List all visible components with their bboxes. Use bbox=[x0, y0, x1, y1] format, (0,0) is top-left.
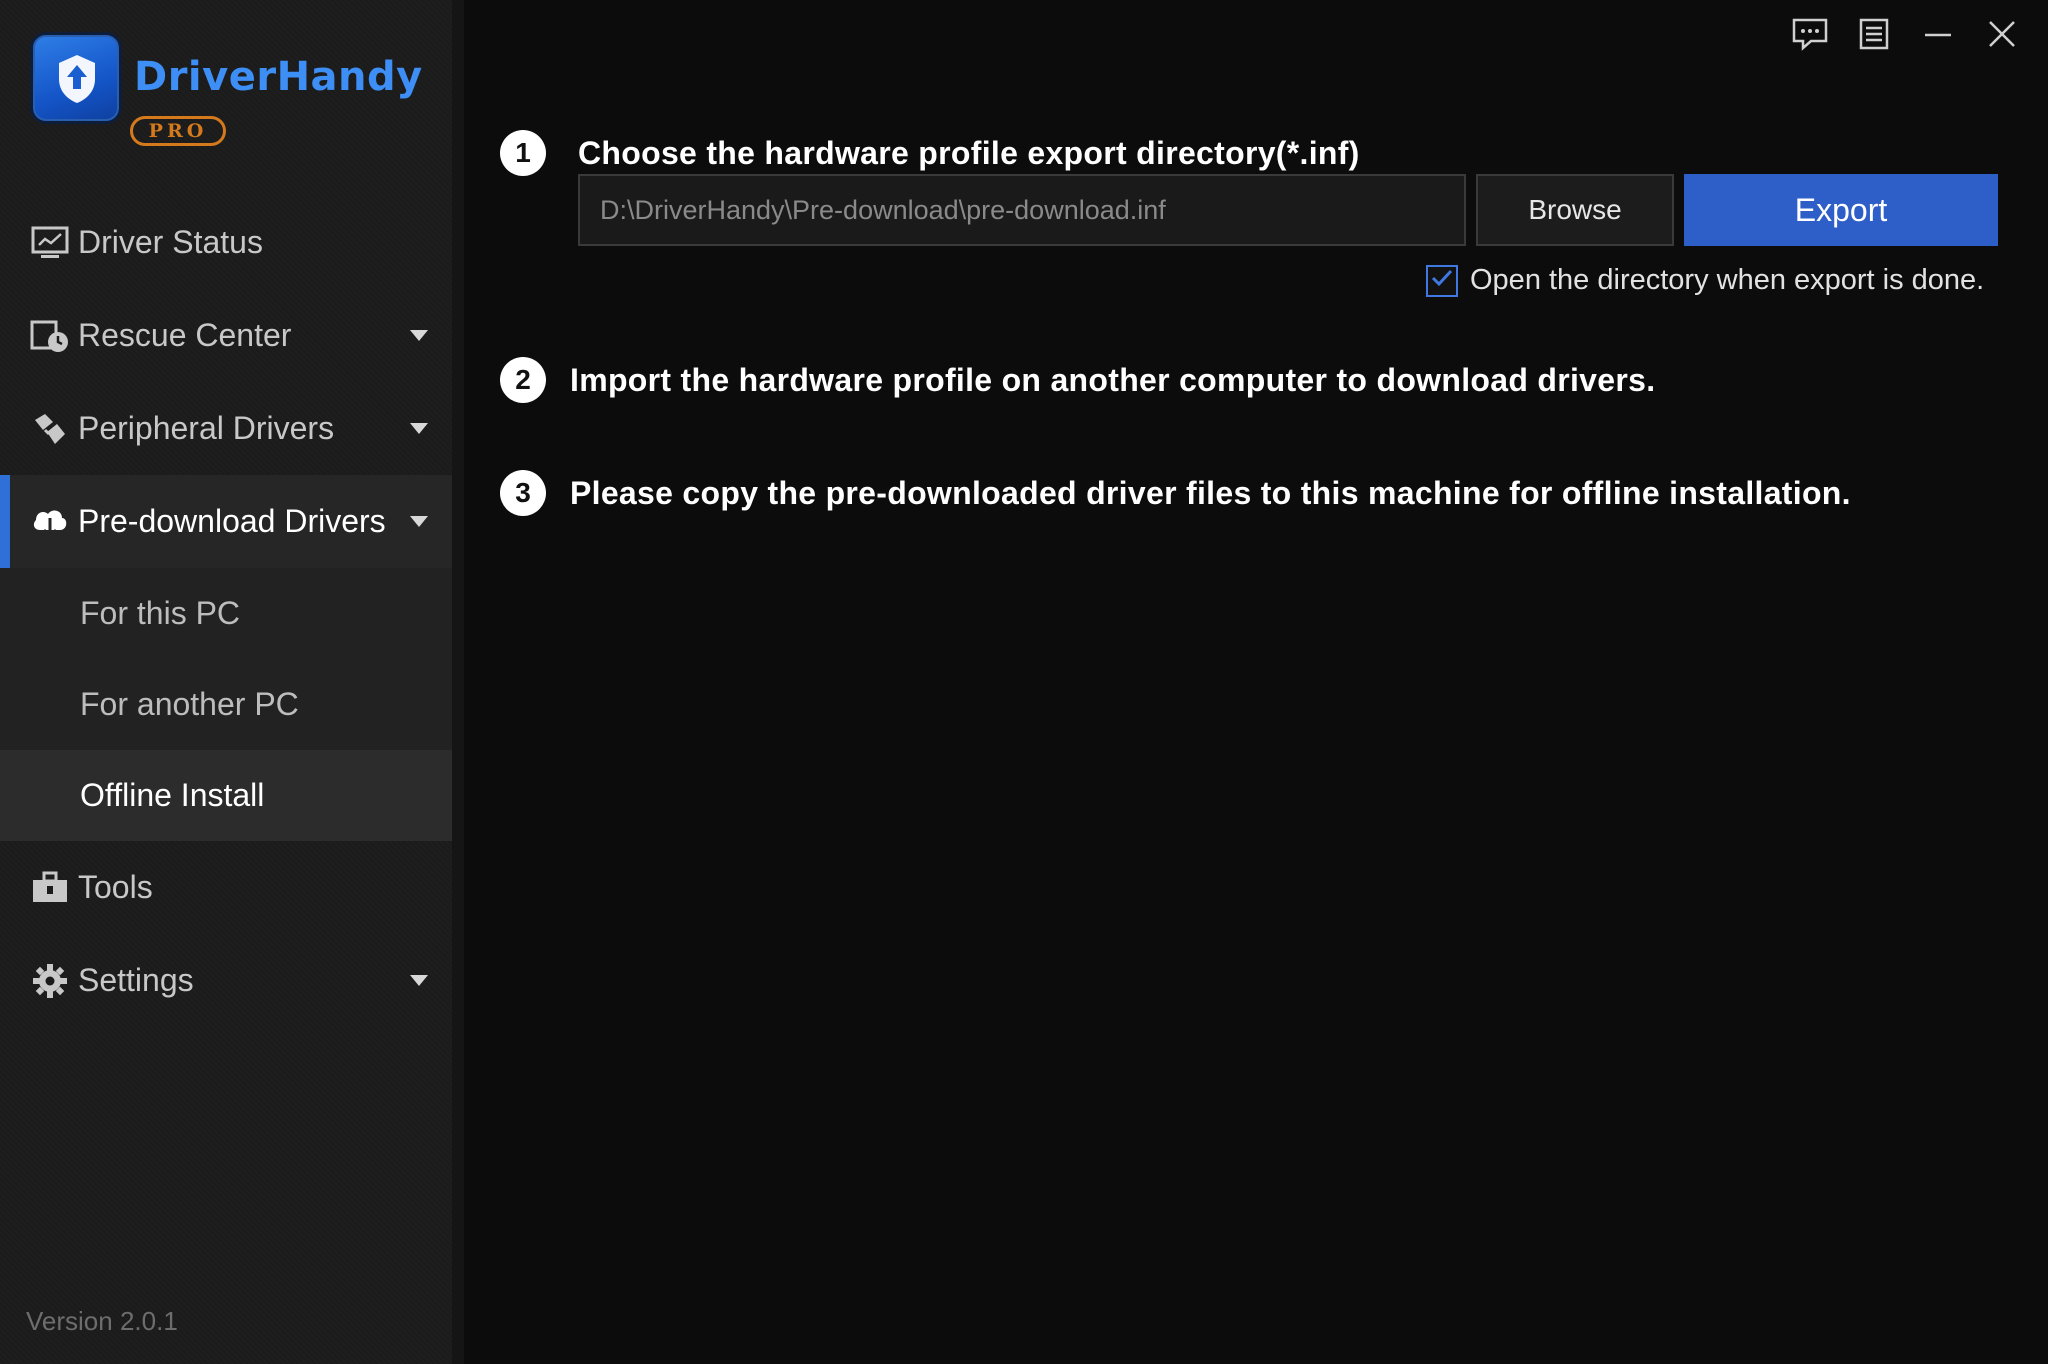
step-3-text: Please copy the pre-downloaded driver fi… bbox=[570, 474, 1851, 511]
step-2-text: Import the hardware profile on another c… bbox=[570, 361, 1656, 398]
sidebar-item-pre-download-drivers[interactable]: Pre-download Drivers bbox=[0, 475, 452, 568]
feedback-icon bbox=[1791, 17, 1829, 56]
monitor-icon bbox=[30, 223, 70, 263]
step-2: 2 Import the hardware profile on another… bbox=[500, 357, 1655, 403]
step-number: 2 bbox=[500, 357, 546, 403]
chevron-down-icon bbox=[410, 423, 428, 434]
brand-name: DriverHandy bbox=[134, 54, 423, 100]
open-directory-checkbox[interactable] bbox=[1426, 264, 1458, 297]
app-logo: DriverHandy PRO bbox=[30, 32, 430, 152]
sidebar-item-label: Tools bbox=[78, 869, 153, 905]
feedback-button[interactable] bbox=[1790, 16, 1830, 56]
sidebar-subitem-label: Offline Install bbox=[80, 777, 265, 813]
step-1-text: Choose the hardware profile export direc… bbox=[578, 134, 1360, 171]
sidebar-item-settings[interactable]: Settings bbox=[0, 934, 452, 1027]
sidebar-divider bbox=[452, 0, 464, 1364]
cloud-download-icon bbox=[30, 502, 70, 542]
export-path-input[interactable] bbox=[578, 174, 1466, 246]
sidebar-nav: Driver Status Rescue Center Peripheral D… bbox=[0, 196, 452, 1027]
gear-icon bbox=[30, 961, 70, 1001]
sidebar-item-label: Pre-download Drivers bbox=[78, 503, 386, 539]
chevron-down-icon bbox=[410, 975, 428, 986]
pro-badge: PRO bbox=[130, 116, 226, 146]
close-icon bbox=[1987, 19, 2017, 54]
window-controls bbox=[1790, 16, 2022, 56]
step-number: 1 bbox=[500, 130, 546, 176]
sidebar-item-peripheral-drivers[interactable]: Peripheral Drivers bbox=[0, 382, 452, 475]
browse-button[interactable]: Browse bbox=[1476, 174, 1674, 246]
sidebar-subitem-for-another-pc[interactable]: For another PC bbox=[0, 659, 452, 750]
open-directory-label: Open the directory when export is done. bbox=[1470, 264, 1985, 296]
close-button[interactable] bbox=[1982, 16, 2022, 56]
toolbox-icon bbox=[30, 868, 70, 908]
logo-shield-icon bbox=[30, 32, 122, 124]
chevron-down-icon bbox=[410, 516, 428, 527]
version-label: Version 2.0.1 bbox=[26, 1306, 178, 1336]
menu-icon bbox=[1859, 18, 1889, 55]
sidebar-item-rescue-center[interactable]: Rescue Center bbox=[0, 289, 452, 382]
clock-restore-icon bbox=[30, 316, 70, 356]
open-directory-option: Open the directory when export is done. bbox=[1426, 264, 1984, 297]
sidebar-item-label: Rescue Center bbox=[78, 317, 292, 353]
sidebar-item-tools[interactable]: Tools bbox=[0, 841, 452, 934]
menu-button[interactable] bbox=[1854, 16, 1894, 56]
sidebar-subitem-for-this-pc[interactable]: For this PC bbox=[0, 568, 452, 659]
sidebar: DriverHandy PRO Driver Status Rescue Cen… bbox=[0, 0, 452, 1364]
sidebar-item-label: Driver Status bbox=[78, 224, 263, 260]
peripheral-icon bbox=[30, 409, 70, 449]
minimize-icon bbox=[1923, 19, 1953, 54]
export-button[interactable]: Export bbox=[1684, 174, 1998, 246]
step-number: 3 bbox=[500, 470, 546, 516]
sidebar-item-label: Peripheral Drivers bbox=[78, 410, 335, 446]
sidebar-subitem-label: For this PC bbox=[80, 595, 241, 631]
sidebar-subitem-label: For another PC bbox=[80, 686, 299, 722]
step-3: 3 Please copy the pre-downloaded driver … bbox=[500, 470, 1851, 516]
sidebar-item-driver-status[interactable]: Driver Status bbox=[0, 196, 452, 289]
sidebar-item-label: Settings bbox=[78, 962, 194, 998]
chevron-down-icon bbox=[410, 330, 428, 341]
checkmark-icon bbox=[1430, 268, 1454, 293]
minimize-button[interactable] bbox=[1918, 16, 1958, 56]
step-1: 1 Choose the hardware profile export dir… bbox=[500, 130, 1360, 176]
sidebar-subitem-offline-install[interactable]: Offline Install bbox=[0, 750, 452, 841]
